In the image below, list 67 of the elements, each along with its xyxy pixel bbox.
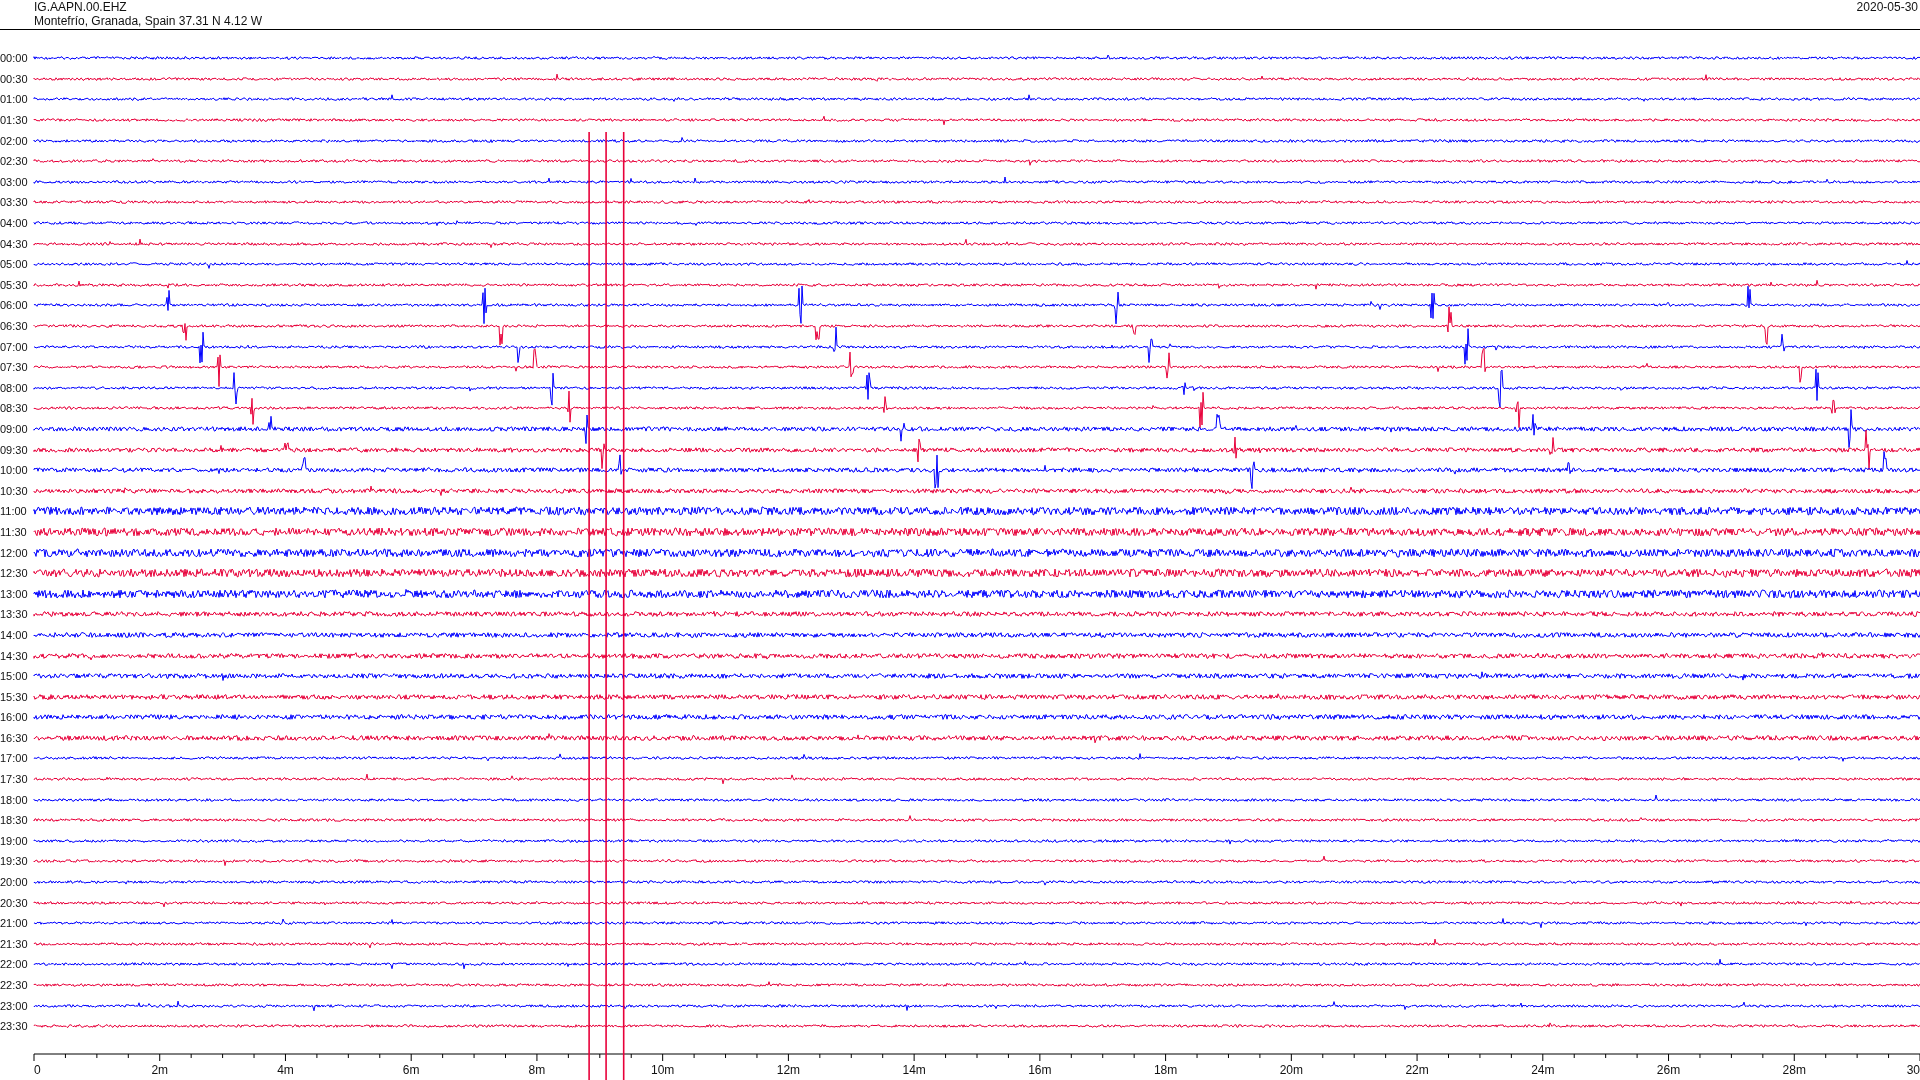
axis-label: 4m [277, 1063, 294, 1077]
axis-label: 20m [1279, 1063, 1303, 1077]
time-label: 11:00 [0, 505, 28, 518]
axis-label: 24m [1531, 1063, 1555, 1077]
time-label: 05:30 [0, 278, 29, 291]
time-label: 00:30 [0, 72, 29, 85]
time-label: 18:30 [0, 814, 29, 827]
time-label: 02:30 [0, 155, 29, 168]
time-label: 03:30 [0, 196, 29, 209]
time-label: 14:00 [0, 628, 29, 641]
station-code: IG.AAPN.00.EHZ [34, 0, 128, 14]
plot-date: 2020-05-30 [1856, 0, 1918, 16]
axis-label: 8m [528, 1063, 546, 1077]
time-label: 12:00 [0, 546, 29, 559]
axis-label: 16m [1028, 1063, 1052, 1077]
time-label: 03:00 [0, 175, 29, 188]
time-label: 21:00 [0, 917, 29, 930]
time-label: 04:30 [0, 237, 29, 250]
time-label: 19:00 [0, 834, 29, 847]
time-label: 12:30 [0, 567, 29, 580]
time-label: 01:00 [0, 93, 29, 106]
time-label: 15:00 [0, 670, 29, 683]
time-label: 10:00 [0, 464, 29, 477]
axis-label: 26m [1656, 1063, 1681, 1077]
time-label: 07:30 [0, 361, 29, 374]
axis-label: 22m [1405, 1063, 1429, 1077]
time-label: 01:30 [0, 114, 29, 127]
time-label: 08:30 [0, 402, 29, 415]
time-label: 10:30 [0, 484, 29, 497]
time-label: 22:00 [0, 958, 29, 971]
time-label: 09:00 [0, 423, 29, 435]
axis-label: 12m [776, 1063, 801, 1077]
time-label: 21:30 [0, 937, 29, 950]
time-label: 09:30 [0, 443, 29, 456]
time-label: 13:30 [0, 608, 29, 621]
time-label: 14:30 [0, 649, 29, 662]
time-label: 15:30 [0, 690, 29, 703]
time-label: 16:30 [0, 731, 29, 744]
axis-label: 2m [151, 1063, 169, 1077]
time-label: 19:30 [0, 855, 29, 868]
axis-label: 28m [1782, 1063, 1806, 1077]
time-label: 06:30 [0, 320, 29, 332]
axis-label: 10m [651, 1063, 675, 1077]
time-label: 20:30 [0, 896, 29, 909]
axis-label: 14m [902, 1063, 926, 1077]
time-label: 23:30 [0, 1020, 29, 1033]
time-label: 18:00 [0, 793, 29, 806]
time-label: 00:00 [0, 52, 29, 65]
time-label: 07:00 [0, 340, 29, 353]
time-label: 23:00 [0, 999, 29, 1012]
time-label: 05:00 [0, 258, 29, 271]
time-label: 17:00 [0, 752, 29, 765]
axis-label: 0 [34, 1063, 41, 1077]
time-label: 04:00 [0, 217, 29, 230]
time-label: 13:00 [0, 587, 29, 600]
time-label: 20:00 [0, 876, 29, 889]
station-location: Montefrío, Granada, Spain 37.31 N 4.12 W [34, 14, 263, 28]
axis-label: 30 [1906, 1063, 1920, 1077]
time-label: 11:30 [0, 525, 28, 538]
axis-label: 18m [1153, 1063, 1178, 1077]
time-label: 17:30 [0, 773, 29, 786]
time-label: 22:30 [0, 979, 29, 991]
time-label: 06:00 [0, 299, 29, 312]
time-label: 16:00 [0, 711, 29, 724]
time-label: 08:00 [0, 381, 29, 394]
time-label: 02:00 [0, 134, 29, 147]
axis-label: 6m [402, 1063, 420, 1077]
